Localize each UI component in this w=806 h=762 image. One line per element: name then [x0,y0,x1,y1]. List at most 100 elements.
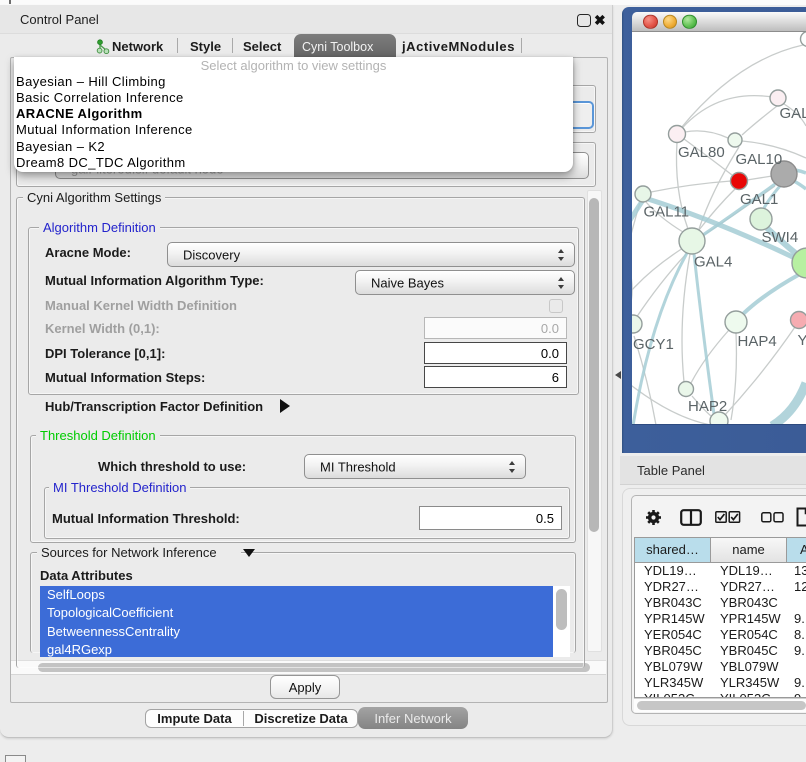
table-cell-shared-name[interactable]: YBR043C [644,595,710,611]
network-edge-highlighted[interactable] [772,383,806,424]
split-columns-icon[interactable] [680,509,702,526]
network-node-n-hap2[interactable] [679,382,694,397]
table-cell-name[interactable]: YBR043C [720,595,786,611]
close-traffic-light[interactable] [643,14,658,29]
unchecked-boxes-icon[interactable] [761,512,784,523]
table-cell-shared-name[interactable]: YER054C [644,627,710,643]
network-node-n-hap4[interactable] [725,311,747,333]
network-node-n-gal10[interactable] [728,133,742,147]
table-cell-name[interactable]: YDL19… [720,563,786,579]
gear-icon[interactable] [645,509,662,526]
table-cell-value[interactable]: 8. [794,627,806,643]
tab-select[interactable]: Select [243,39,281,54]
settings-vertical-scrollbar[interactable] [587,190,602,652]
network-node-n-pink-top[interactable] [770,90,786,106]
document-icon[interactable] [796,507,806,527]
tab-discretize-data[interactable]: Discretize Data [244,709,358,727]
table-cell-value[interactable]: 9. [794,691,806,698]
table-cell-name[interactable]: YLR345W [720,675,786,691]
checked-boxes-icon[interactable] [715,511,741,524]
splitpane-collapse-arrow-icon[interactable] [615,371,621,379]
column-header-third[interactable]: A [787,538,806,563]
network-window-titlebar[interactable] [632,12,806,32]
network-edge[interactable] [682,254,690,382]
tab-style[interactable]: Style [190,39,221,54]
algorithm-dropdown-item[interactable]: ARACNE Algorithm [16,106,143,122]
apply-button[interactable]: Apply [270,675,340,699]
attribute-list-item[interactable]: TopologicalCoefficient [40,604,553,622]
network-edge-highlighted[interactable] [794,181,806,189]
algorithm-dropdown-item[interactable]: Bayesian – K2 [16,139,105,155]
network-node-n-red[interactable] [731,173,748,190]
mi-type-combo[interactable]: Naive Bayes [355,270,575,295]
network-edge[interactable] [632,248,683,290]
table-cell-name[interactable]: YER054C [720,627,786,643]
sources-collapse-arrow-icon[interactable] [243,549,255,557]
table-cell-shared-name[interactable]: YIL052C [644,691,710,698]
network-node-n-gal80[interactable] [669,126,686,143]
dpi-tolerance-input[interactable]: 0.0 [424,342,567,364]
table-cell-value[interactable]: 9. [794,611,806,627]
table-horizontal-scrollbar[interactable] [634,698,806,712]
algorithm-dropdown-item[interactable]: Basic Correlation Inference [16,90,184,106]
network-node-n-gcy1[interactable] [632,315,642,333]
table-cell-shared-name[interactable]: YBL079W [644,659,710,675]
table-cell-name[interactable]: YBL079W [720,659,786,675]
algorithm-dropdown-item[interactable]: Dream8 DC_TDC Algorithm [16,155,186,171]
minimize-traffic-light[interactable] [663,14,678,29]
table-cell-value[interactable] [794,659,806,675]
table-cell-shared-name[interactable]: YBR045C [644,643,710,659]
network-edge-highlighted[interactable] [632,200,643,233]
attribute-list-item[interactable]: BetweennessCentrality [40,623,553,641]
hub-definition-label[interactable]: Hub/Transcription Factor Definition [45,399,263,414]
table-cell-name[interactable]: YDR27… [720,579,786,595]
table-cell-name[interactable]: YBR045C [720,643,786,659]
zoom-traffic-light[interactable] [682,14,697,29]
close-icon[interactable] [594,12,606,29]
which-threshold-combo[interactable]: MI Threshold [304,454,526,479]
hub-expand-arrow-icon[interactable] [280,399,290,413]
control-panel-titlebar[interactable]: Control Panel [0,5,612,34]
attribute-list-item[interactable]: gal4RGexp [40,641,553,657]
manual-kernel-checkbox[interactable] [549,299,563,313]
algorithm-dropdown-item[interactable]: Mutual Information Inference [16,122,193,138]
network-edge[interactable] [742,106,777,135]
network-node-n-gal11[interactable] [635,186,651,202]
table-cell-shared-name[interactable]: YDR27… [644,579,710,595]
column-header-shared-name[interactable]: shared… [635,538,711,563]
table-cell-name[interactable]: YPR145W [720,611,786,627]
mi-threshold-input[interactable]: 0.5 [419,506,562,530]
float-window-icon[interactable] [577,14,591,27]
network-edge-highlighted[interactable] [743,274,800,314]
table-cell-shared-name[interactable]: YPR145W [644,611,710,627]
table-cell-shared-name[interactable]: YLR345W [644,675,710,691]
aracne-mode-combo[interactable]: Discovery [167,242,575,267]
table-cell-value[interactable]: 12 [794,579,806,595]
network-view[interactable]: GAL2GAL80GAL10GAL1GAL11SWI4GAL4GCY1HAP4Y… [632,32,806,424]
network-edge[interactable] [747,176,772,180]
network-node-n-swi4[interactable] [750,208,772,230]
network-edge-highlighted[interactable] [694,254,714,414]
table-panel-titlebar[interactable]: Table Panel [620,456,806,485]
table-cell-value[interactable] [794,595,806,611]
kernel-width-input[interactable]: 0.0 [424,317,567,339]
table-horizontal-scrollbar-thumb[interactable] [637,701,806,710]
network-node-n-gal4[interactable] [679,228,705,254]
table-cell-name[interactable]: YIL052C [720,691,786,698]
network-edge[interactable] [685,131,728,138]
column-header-name[interactable]: name [711,538,787,563]
minimized-panel-icon[interactable] [5,755,26,762]
tab-cyni-toolbox[interactable]: Cyni Toolbox [294,34,396,57]
network-node-n-salmon[interactable] [791,312,806,329]
table-cell-value[interactable]: 9. [794,675,806,691]
list-scrollbar-thumb[interactable] [556,589,567,630]
tab-infer-network[interactable]: Infer Network [358,707,468,729]
algorithm-dropdown-item[interactable]: Bayesian – Hill Climbing [16,74,166,90]
tab-network[interactable]: Network [112,39,163,54]
tab-jactivemnodules[interactable]: jActiveMNodules [402,39,515,54]
table-cell-shared-name[interactable]: YDL19… [644,563,710,579]
table-cell-value[interactable]: 9. [794,643,806,659]
data-attributes-list[interactable]: SelfLoopsTopologicalCoefficientBetweenne… [40,586,570,657]
network-node-n-topright[interactable] [801,32,806,47]
settings-vertical-scrollbar-thumb[interactable] [589,198,599,532]
